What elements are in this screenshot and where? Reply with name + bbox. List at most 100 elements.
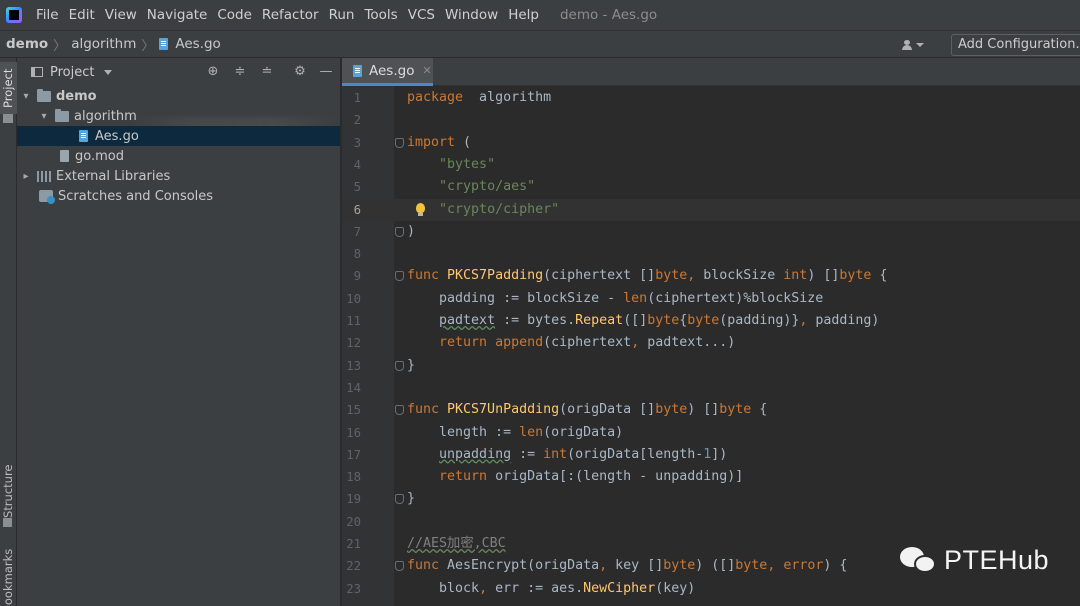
line-number: 21 — [346, 537, 361, 551]
fold-marker-icon[interactable] — [395, 137, 404, 148]
fold-marker-icon[interactable] — [395, 561, 404, 572]
code-line[interactable]: 9 func PKCS7Padding(ciphertext []byte, bl… — [342, 265, 1080, 287]
tree-item-algorithm[interactable]: ▾ algorithm — [17, 106, 340, 126]
line-number: 11 — [346, 314, 361, 328]
menu-window[interactable]: Window — [440, 7, 503, 23]
project-panel-title[interactable]: Project — [50, 65, 94, 80]
line-number: 10 — [346, 291, 361, 306]
line-number: 3 — [353, 135, 361, 150]
chevron-down-icon[interactable] — [104, 69, 113, 75]
menu-code[interactable]: Code — [212, 7, 257, 23]
code-line[interactable]: 13} — [342, 355, 1080, 377]
menu-vcs[interactable]: VCS — [403, 7, 440, 23]
code-line[interactable]: 14 — [342, 377, 1080, 399]
mod-file-icon — [60, 150, 69, 162]
line-number: 22 — [346, 559, 361, 574]
code-line[interactable]: 12 return append(ciphertext, padtext...) — [342, 332, 1080, 354]
code-line[interactable]: 2 — [342, 109, 1080, 131]
code-text: block, err := aes.NewCipher(key) — [407, 580, 696, 596]
code-editor[interactable]: 1 package algorithm 2 3 import ( 4 "bytes" 5 "… — [342, 86, 1080, 606]
left-tool-strip: Project Structure Bookmarks — [0, 58, 17, 606]
line-number: 6 — [353, 202, 361, 217]
watermark-text: PTEHub — [944, 544, 1050, 575]
breadcrumb-aes-go[interactable]: Aes.go — [175, 36, 220, 52]
code-line[interactable]: 4 "bytes" — [342, 154, 1080, 176]
tree-item-label: demo — [56, 88, 97, 104]
code-line[interactable]: 7) — [342, 221, 1080, 243]
code-line[interactable]: 20 — [342, 511, 1080, 533]
code-text: func PKCS7Padding(ciphertext []byte, blo… — [407, 268, 888, 284]
minimize-icon[interactable]: — — [319, 65, 333, 79]
code-line[interactable]: 6 "crypto/cipher" — [342, 198, 1080, 221]
code-text: } — [407, 491, 416, 507]
folder-icon — [3, 114, 13, 123]
menu-run[interactable]: Run — [324, 7, 360, 23]
user-icon — [902, 40, 912, 50]
fold-marker-icon[interactable] — [395, 360, 404, 371]
close-icon[interactable]: ✕ — [422, 64, 431, 77]
code-line[interactable]: 18 return origData[:(length - unpadding)… — [342, 466, 1080, 488]
code-text: func AesEncrypt(origData, key []byte) ([… — [407, 558, 848, 574]
fold-marker-icon[interactable] — [395, 271, 404, 282]
expand-all-icon[interactable]: ≑ — [233, 65, 247, 79]
tree-item-demo[interactable]: ▾ demo — [17, 86, 340, 106]
project-panel-header: Project ⊕ ≑ ≐ ⚙ — — [17, 58, 340, 86]
tree-item-label: algorithm — [74, 108, 137, 124]
vcs-user-button[interactable] — [902, 36, 932, 54]
tool-tab-bookmarks[interactable]: Bookmarks — [0, 546, 17, 606]
chevron-right-icon[interactable]: ▸ — [21, 171, 31, 182]
locate-file-icon[interactable]: ⊕ — [206, 65, 220, 79]
line-number: 5 — [353, 180, 361, 195]
go-file-icon — [79, 130, 88, 142]
gear-icon[interactable]: ⚙ — [293, 65, 307, 79]
code-line[interactable]: 17 unpadding := int(origData[length-1]) — [342, 444, 1080, 466]
breadcrumb-demo[interactable]: demo — [6, 36, 48, 52]
chevron-down-icon[interactable]: ▾ — [21, 91, 31, 102]
tool-tab-structure[interactable]: Structure — [0, 456, 17, 526]
code-line[interactable]: 3 import ( — [342, 132, 1080, 154]
code-line[interactable]: 5 "crypto/aes" — [342, 176, 1080, 198]
tab-aes-go[interactable]: Aes.go ✕ — [342, 58, 433, 86]
menu-navigate[interactable]: Navigate — [142, 7, 213, 23]
project-panel: Project ⊕ ≑ ≐ ⚙ — ▾ demo ▾ algorithm Aes… — [17, 58, 341, 606]
menu-file[interactable]: File — [31, 7, 64, 23]
code-text: ) — [407, 223, 416, 239]
tree-item-label: External Libraries — [56, 168, 171, 184]
breadcrumb-algorithm[interactable]: algorithm — [71, 36, 136, 52]
fold-marker-icon[interactable] — [395, 405, 404, 416]
go-file-icon — [353, 64, 362, 77]
code-text: unpadding := int(origData[length-1]) — [439, 446, 728, 462]
code-line[interactable]: 10 padding := blockSize - len(ciphertext… — [342, 288, 1080, 310]
menu-view[interactable]: View — [100, 7, 142, 23]
menu-edit[interactable]: Edit — [64, 7, 100, 23]
code-line[interactable]: 8 — [342, 243, 1080, 265]
tool-tab-project[interactable]: Project — [0, 62, 17, 114]
line-number: 2 — [353, 113, 361, 128]
collapse-all-icon[interactable]: ≐ — [260, 65, 274, 79]
code-text: import ( — [407, 134, 472, 150]
add-configuration-button[interactable]: Add Configuration... — [951, 34, 1080, 56]
folder-icon — [55, 108, 69, 122]
code-text: return append(ciphertext, padtext...) — [439, 335, 736, 351]
tree-item-external-libraries[interactable]: ▸ External Libraries — [17, 166, 340, 186]
code-line[interactable]: 23 block, err := aes.NewCipher(key) — [342, 578, 1080, 600]
fold-marker-icon[interactable] — [395, 494, 404, 505]
tree-item-go-mod[interactable]: go.mod — [17, 146, 340, 166]
menu-help[interactable]: Help — [503, 7, 544, 23]
line-number: 19 — [346, 492, 361, 507]
code-line[interactable]: 11 padtext := bytes.Repeat([]byte{byte(p… — [342, 310, 1080, 332]
code-line[interactable]: 16 length := len(origData) — [342, 422, 1080, 444]
code-line[interactable]: 15 func PKCS7UnPadding(origData []byte) [… — [342, 399, 1080, 421]
chevron-down-icon[interactable]: ▾ — [39, 111, 49, 122]
code-text: return origData[:(length - unpadding)] — [439, 469, 744, 485]
scratches-icon — [39, 190, 55, 204]
fold-marker-icon[interactable] — [395, 226, 404, 237]
menu-tools[interactable]: Tools — [359, 7, 402, 23]
menu-refactor[interactable]: Refactor — [257, 7, 324, 23]
tree-item-aes-go[interactable]: Aes.go — [17, 126, 340, 146]
tree-item-label: Aes.go — [95, 128, 139, 144]
breadcrumb-separator-icon: 〉 — [53, 38, 67, 54]
code-line[interactable]: 1 package algorithm — [342, 87, 1080, 109]
code-line[interactable]: 19} — [342, 488, 1080, 510]
tree-item-scratches[interactable]: Scratches and Consoles — [17, 186, 340, 206]
